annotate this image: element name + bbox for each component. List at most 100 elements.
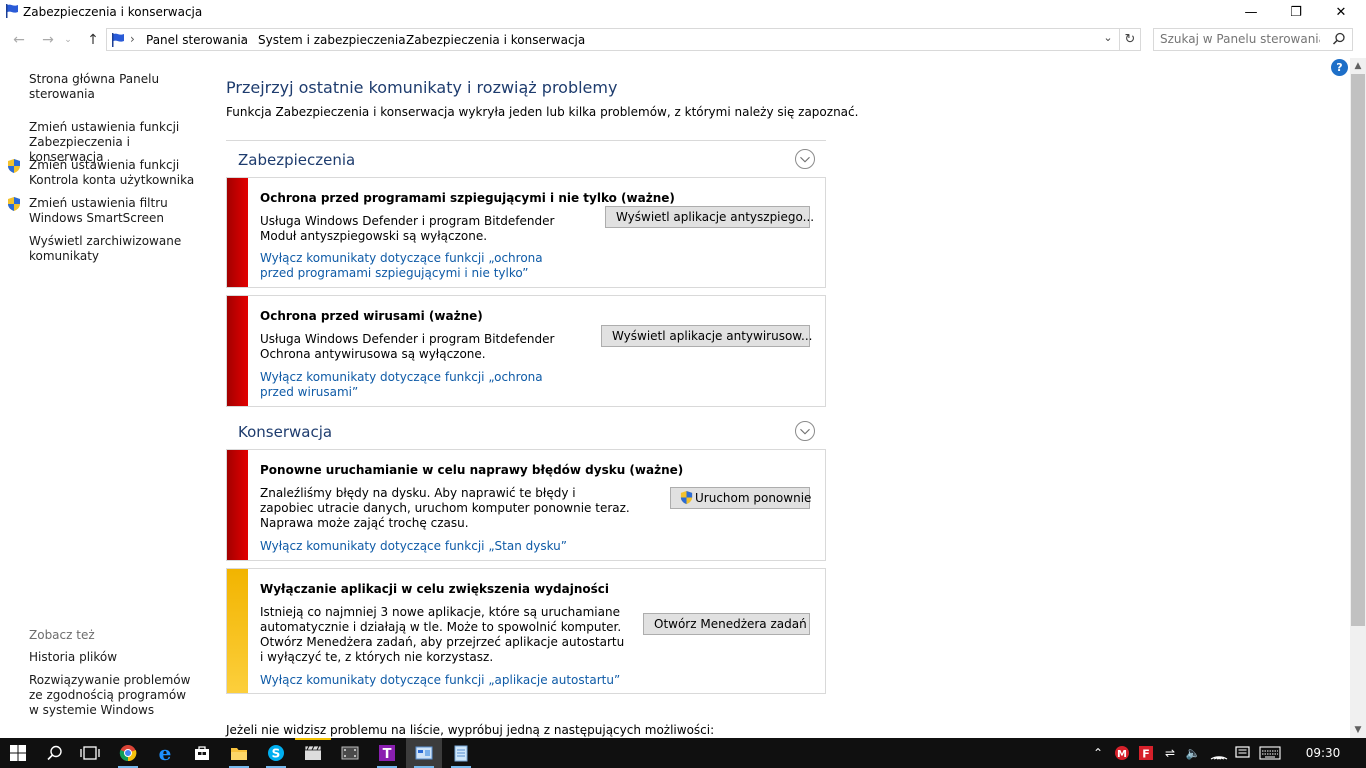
skype-icon: S	[268, 745, 284, 761]
taskbar-search-button[interactable]	[37, 738, 73, 768]
chevron-down-icon: ⌄	[64, 35, 72, 45]
search-box[interactable]	[1153, 28, 1353, 51]
tray-keyboard[interactable]	[1256, 738, 1284, 768]
minimize-button[interactable]: —	[1228, 0, 1274, 24]
scrollbar-thumb[interactable]	[1351, 74, 1365, 626]
view-antispyware-apps-button[interactable]: Wyświetl aplikacje antyszpiego...	[605, 206, 814, 228]
f-app-tray-icon: F	[1139, 746, 1153, 761]
task-view-icon	[80, 746, 100, 760]
sidebar-link-uac-settings[interactable]: Zmień ustawienia funkcji Kontrola konta …	[29, 158, 204, 188]
flag-icon	[6, 4, 18, 18]
alert-title: Ochrona przed wirusami (ważne)	[260, 309, 483, 323]
chevron-down-icon: ⌄	[1103, 31, 1113, 44]
alert-card-disk-repair: Ponowne uruchamianie w celu naprawy błęd…	[226, 449, 826, 561]
chevron-collapse-icon[interactable]	[795, 149, 815, 169]
tray-f-app[interactable]: F	[1136, 738, 1156, 768]
alert-description: Istnieją co najmniej 3 nowe aplikacje, k…	[260, 605, 625, 664]
page-subtitle: Funkcja Zabezpieczenia i konserwacja wyk…	[226, 105, 859, 119]
up-button[interactable]: ↑	[83, 31, 103, 49]
sidebar-link-archived-messages[interactable]: Wyświetl zarchiwizowane komunikaty	[29, 234, 204, 264]
tray-notifications[interactable]	[1232, 738, 1252, 768]
breadcrumb-zabezpieczenia-i-konserwacja[interactable]: Zabezpieczenia i konserwacja	[406, 33, 585, 47]
taskbar-edge[interactable]: e	[147, 738, 183, 768]
forward-arrow-icon: →	[42, 32, 54, 48]
flag-icon	[112, 33, 124, 47]
close-icon: ✕	[1335, 4, 1347, 20]
view-antivirus-apps-button[interactable]: Wyświetl aplikacje antywirusow...	[601, 325, 812, 347]
sidebar-link-smartscreen[interactable]: Zmień ustawienia filtru Windows SmartScr…	[29, 196, 204, 226]
taskbar-media-app[interactable]	[332, 738, 368, 768]
taskbar-clapper-app[interactable]	[295, 738, 331, 768]
tray-wifi[interactable]	[1208, 738, 1230, 768]
taskbar-clock[interactable]: 09:30	[1296, 746, 1350, 760]
task-view-button[interactable]	[72, 738, 108, 768]
breadcrumb-separator[interactable]: ›	[241, 32, 246, 46]
tray-network-cable[interactable]: ⇌	[1160, 738, 1180, 768]
taskbar-notepad[interactable]	[443, 738, 479, 768]
close-button[interactable]: ✕	[1318, 0, 1364, 24]
open-task-manager-button[interactable]: Otwórz Menedżera zadań	[643, 613, 810, 635]
back-arrow-icon: ←	[13, 32, 25, 48]
antivirus-tray-icon: M	[1115, 746, 1129, 760]
taskbar-file-explorer[interactable]	[221, 738, 257, 768]
restart-button[interactable]: Uruchom ponownie	[670, 487, 812, 509]
address-bar[interactable]: › Panel sterowania › System i zabezpiecz…	[106, 28, 1120, 51]
breadcrumb-system-i-zabezpieczenia[interactable]: System i zabezpieczenia	[258, 33, 406, 47]
sidebar-link-home[interactable]: Strona główna Panelu sterowania	[29, 72, 204, 102]
alert-disable-link[interactable]: Wyłącz komunikaty dotyczące funkcji „Sta…	[260, 539, 580, 554]
section-header-security[interactable]: Zabezpieczenia	[226, 140, 826, 176]
alert-disable-link[interactable]: Wyłącz komunikaty dotyczące funkcji „apl…	[260, 673, 660, 688]
alert-card-spyware: Ochrona przed programami szpiegującymi i…	[226, 177, 826, 288]
taskbar-chrome[interactable]	[110, 738, 146, 768]
video-editor-icon	[304, 745, 322, 760]
see-also-file-history[interactable]: Historia plików	[29, 650, 204, 665]
control-panel-icon	[415, 746, 433, 760]
breadcrumb-separator[interactable]: ›	[390, 32, 395, 46]
maximize-button[interactable]: ❐	[1273, 0, 1319, 24]
back-button[interactable]: ←	[9, 31, 29, 49]
t-app-icon: T	[379, 745, 395, 762]
help-button[interactable]: ?	[1331, 59, 1348, 76]
breadcrumb-panel-sterowania[interactable]: Panel sterowania	[146, 33, 248, 47]
taskbar-t-app[interactable]: T	[369, 738, 405, 768]
taskbar-store[interactable]	[184, 738, 220, 768]
scroll-up-icon[interactable]: ▲	[1350, 58, 1366, 74]
alert-description: Usługa Windows Defender i program Bitdef…	[260, 332, 555, 361]
alert-disable-link[interactable]: Wyłącz komunikaty dotyczące funkcji „och…	[260, 251, 580, 281]
forward-button[interactable]: →	[38, 31, 58, 49]
recent-locations-button[interactable]: ⌄	[62, 31, 74, 49]
see-also-compatibility-troubleshooter[interactable]: Rozwiązywanie problemów ze zgodnością pr…	[29, 673, 199, 718]
edge-icon: e	[158, 741, 172, 765]
severity-bar	[227, 569, 248, 693]
wifi-icon	[1210, 756, 1228, 760]
vertical-scrollbar[interactable]: ▲ ▼	[1350, 58, 1366, 738]
address-dropdown-button[interactable]: ⌄	[1098, 29, 1118, 47]
svg-text:M: M	[1117, 749, 1127, 760]
severity-bar	[227, 450, 248, 560]
flashing-indicator	[295, 738, 331, 740]
refresh-icon: ↻	[1124, 32, 1136, 47]
alert-card-startup-apps: Wyłączanie aplikacji w celu zwiększenia …	[226, 568, 826, 694]
refresh-button[interactable]: ↻	[1120, 28, 1141, 51]
section-header-maintenance[interactable]: Konserwacja	[226, 413, 826, 449]
scroll-down-icon[interactable]: ▼	[1350, 722, 1366, 738]
tray-antivirus[interactable]: M	[1112, 738, 1132, 768]
store-icon	[195, 746, 209, 760]
action-center-icon	[1234, 746, 1250, 758]
search-icon	[1332, 32, 1345, 45]
alert-disable-link[interactable]: Wyłącz komunikaty dotyczące funkcji „och…	[260, 370, 580, 400]
restart-button-label: Uruchom ponownie	[695, 491, 812, 505]
start-button[interactable]	[0, 738, 36, 768]
tray-volume[interactable]: 🔈	[1183, 738, 1203, 768]
show-hidden-icons-button[interactable]: ⌃	[1088, 738, 1108, 768]
taskbar-control-panel[interactable]	[406, 738, 442, 768]
film-icon	[341, 746, 359, 760]
svg-text:T: T	[383, 747, 392, 762]
chevron-collapse-icon[interactable]	[795, 421, 815, 441]
search-input[interactable]	[1160, 32, 1320, 46]
alert-title: Wyłączanie aplikacji w celu zwiększenia …	[260, 582, 610, 596]
uac-shield-icon	[8, 159, 20, 173]
alert-description: Usługa Windows Defender i program Bitdef…	[260, 214, 555, 243]
taskbar-skype[interactable]: S	[258, 738, 294, 768]
section-title: Konserwacja	[238, 423, 333, 441]
